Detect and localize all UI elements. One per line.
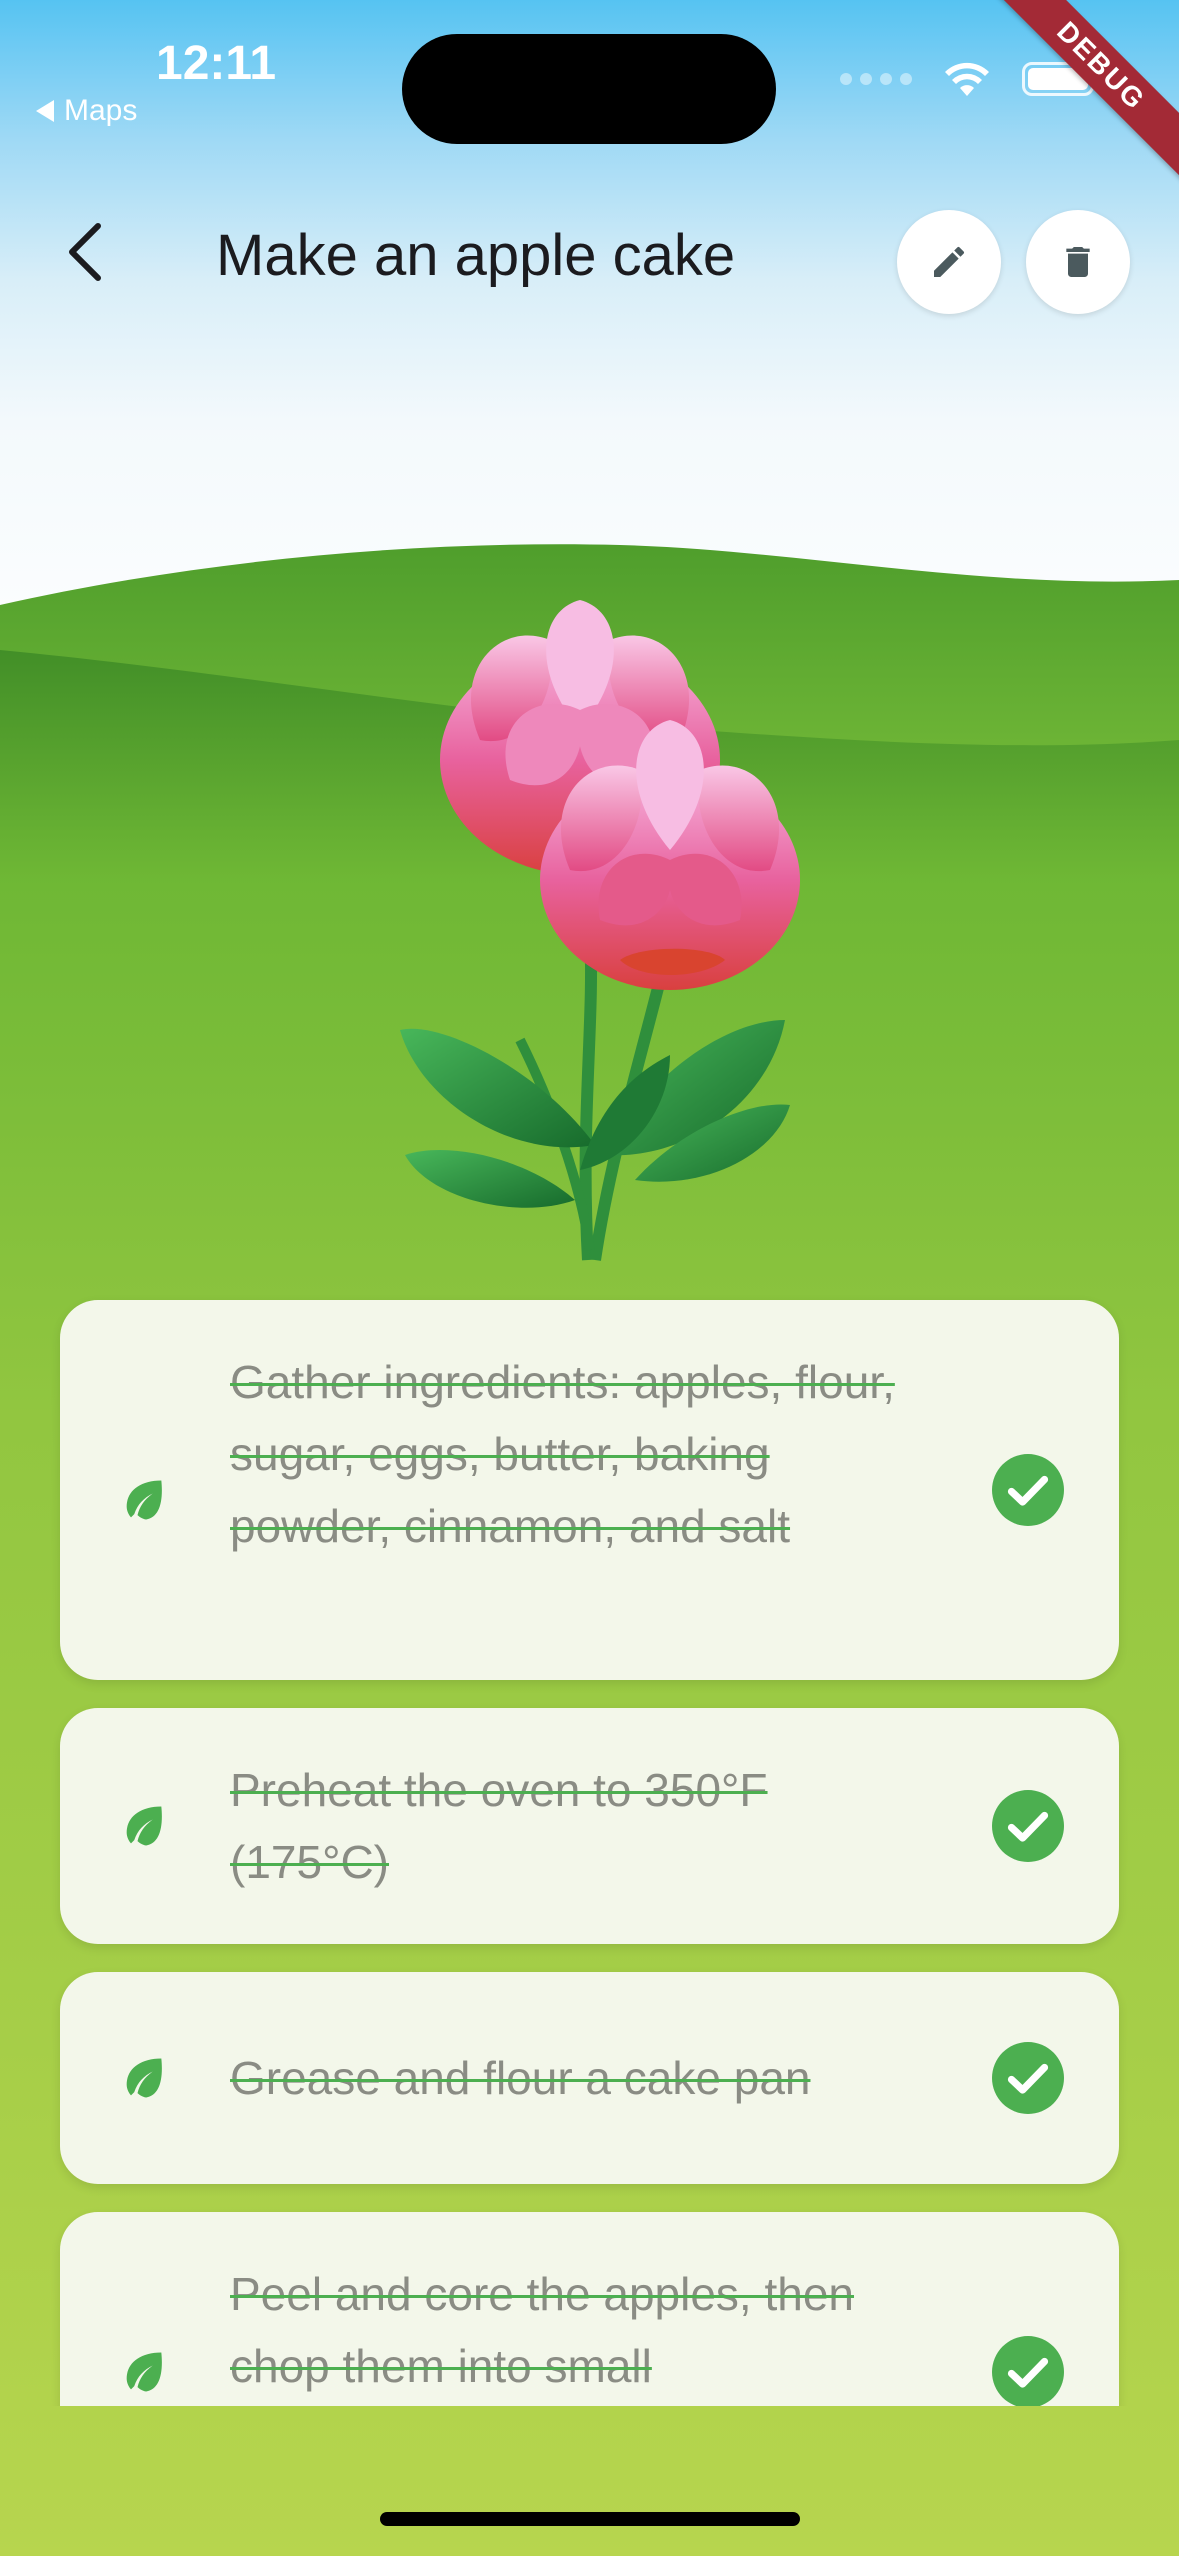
- status-indicators: [840, 60, 1100, 98]
- task-card[interactable]: Grease and flour a cake pan: [60, 1972, 1119, 2184]
- pencil-icon: [934, 246, 965, 277]
- page-title: Make an apple cake: [216, 223, 736, 288]
- delete-button[interactable]: [1026, 210, 1130, 314]
- task-card[interactable]: Peel and core the apples, then chop them…: [60, 2212, 1119, 2406]
- check-circle-icon[interactable]: [992, 2042, 1064, 2114]
- wifi-icon: [945, 62, 989, 96]
- leaf-icon: [126, 2352, 162, 2392]
- back-app-label: Maps: [64, 94, 138, 127]
- leaf-icon: [126, 1806, 162, 1846]
- pink-flower-illustration: [400, 600, 800, 1261]
- task-list[interactable]: Gather ingredients: apples, flour, sugar…: [0, 1290, 1179, 2406]
- back-to-app-link[interactable]: Maps: [36, 94, 137, 128]
- trash-icon: [1066, 247, 1090, 277]
- back-button[interactable]: [44, 212, 124, 292]
- task-text: Gather ingredients: apples, flour, sugar…: [230, 1356, 895, 1552]
- task-card[interactable]: Gather ingredients: apples, flour, sugar…: [60, 1300, 1119, 1680]
- cellular-signal-icon: [840, 73, 912, 85]
- task-text: Peel and core the apples, then chop them…: [230, 2268, 855, 2392]
- leaf-icon: [126, 2058, 162, 2098]
- dynamic-island: [402, 34, 776, 144]
- task-text: Preheat the oven to 350°F (175°C): [230, 1764, 768, 1888]
- home-indicator[interactable]: [380, 2512, 800, 2526]
- task-text: Grease and flour a cake pan: [230, 2052, 811, 2104]
- check-circle-icon[interactable]: [992, 1790, 1064, 1862]
- task-card[interactable]: Preheat the oven to 350°F (175°C): [60, 1708, 1119, 1944]
- leaf-icon: [126, 1480, 162, 1520]
- check-circle-icon[interactable]: [992, 1454, 1064, 1526]
- chevron-left-icon: [69, 223, 101, 281]
- back-triangle-icon: [36, 100, 54, 122]
- status-time: 12:11: [156, 37, 277, 90]
- check-circle-icon[interactable]: [992, 2336, 1064, 2406]
- edit-button[interactable]: [897, 210, 1001, 314]
